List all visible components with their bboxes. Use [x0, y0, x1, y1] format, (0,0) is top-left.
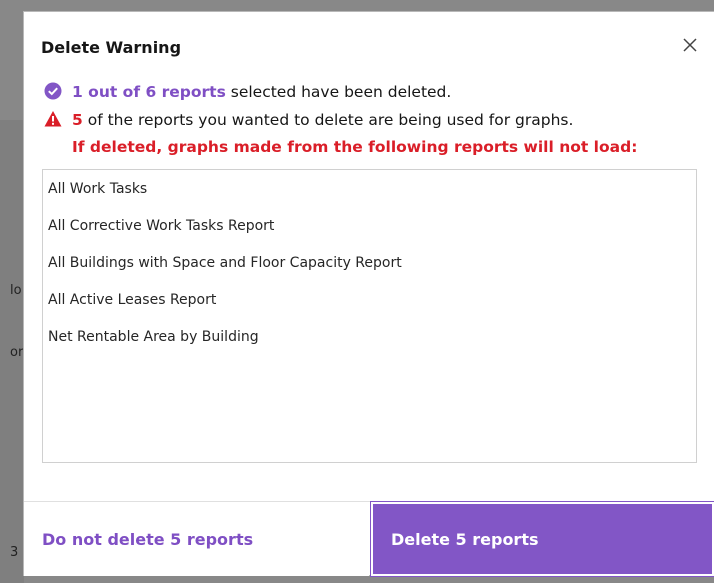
warning-note: If deleted, graphs made from the followi…	[72, 138, 638, 156]
list-item: All Corrective Work Tasks Report	[48, 218, 275, 234]
list-item: All Buildings with Space and Floor Capac…	[48, 255, 402, 271]
list-item: Net Rentable Area by Building	[48, 329, 259, 345]
close-icon	[683, 38, 697, 52]
cancel-button[interactable]: Do not delete 5 reports	[24, 502, 369, 576]
warning-text: of the reports you wanted to delete are …	[82, 111, 574, 129]
dialog-footer: Do not delete 5 reports Delete 5 reports	[24, 501, 714, 577]
close-button[interactable]	[679, 34, 701, 56]
background-text: or	[10, 345, 24, 360]
success-message: 1 out of 6 reports selected have been de…	[44, 82, 451, 101]
background-text: lo	[10, 283, 22, 298]
delete-button[interactable]: Delete 5 reports	[370, 501, 714, 577]
success-text: selected have been deleted.	[225, 83, 452, 101]
warning-triangle-icon	[44, 111, 62, 127]
dialog-title: Delete Warning	[41, 38, 182, 57]
deleted-count: 1 out of 6 reports	[72, 83, 226, 101]
warning-count: 5	[72, 111, 83, 129]
list-item: All Active Leases Report	[48, 292, 217, 308]
delete-warning-dialog: Delete Warning 1 out of 6 reports select…	[24, 12, 714, 577]
list-item: All Work Tasks	[48, 181, 148, 197]
warning-message: 5 of the reports you wanted to delete ar…	[44, 110, 573, 129]
checkmark-circle-icon	[44, 82, 62, 100]
background-text: 3	[10, 545, 19, 560]
report-list[interactable]: All Work Tasks All Corrective Work Tasks…	[42, 169, 697, 463]
